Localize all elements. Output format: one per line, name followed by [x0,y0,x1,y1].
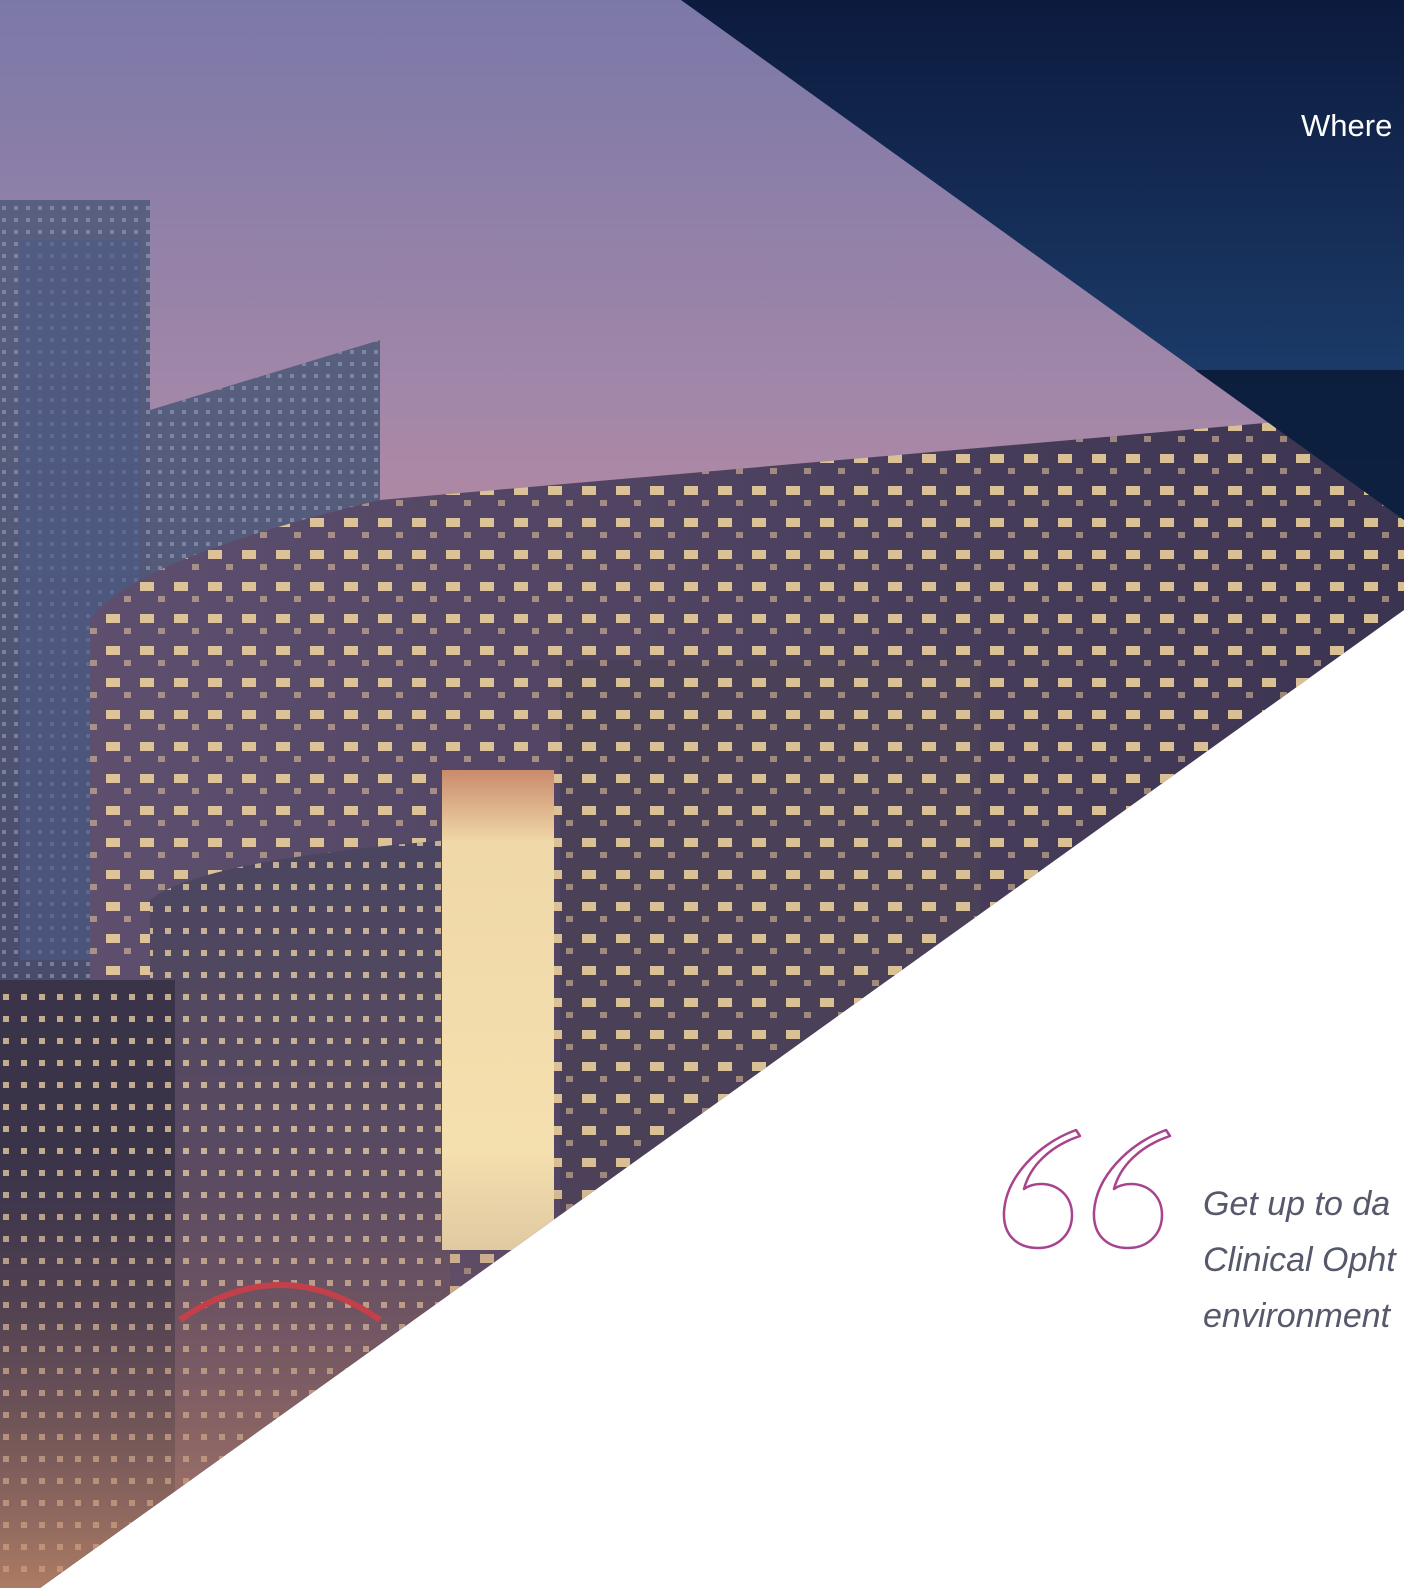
quote-line: Get up to da [1203,1185,1391,1223]
quote-line: Clinical Opht [1203,1241,1396,1279]
quote-text: Get up to da Clinical Opht environment [1203,1176,1404,1344]
page: Where Get up to da Clinical Opht environ… [0,0,1404,1588]
open-quote-icon [1002,1128,1172,1250]
quote-line: environment [1203,1297,1391,1335]
white-corner-panel [50,612,1404,1588]
banner-heading: Where [1301,108,1393,143]
